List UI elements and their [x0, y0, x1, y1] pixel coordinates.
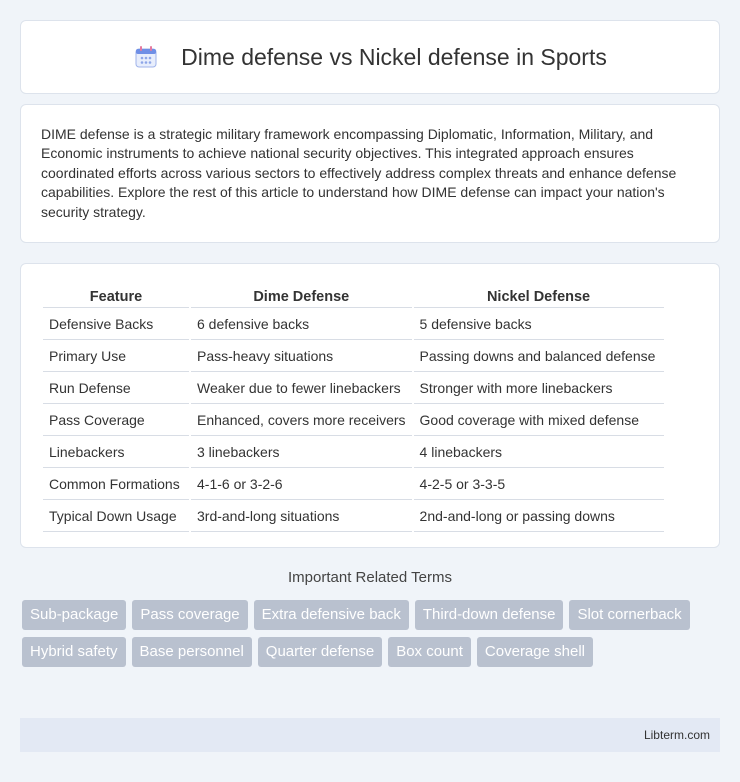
cell-feature: Run Defense	[43, 372, 189, 404]
title-card: Dime defense vs Nickel defense in Sports	[20, 20, 720, 94]
table-row: Typical Down Usage 3rd-and-long situation…	[43, 500, 664, 532]
related-term-tag[interactable]: Coverage shell	[476, 637, 593, 667]
related-term-tag[interactable]: Extra defensive back	[253, 600, 409, 630]
footer: Libterm.com	[20, 718, 720, 752]
related-term-tag[interactable]: Hybrid safety	[22, 637, 126, 667]
cell-nickel: 5 defensive backs	[413, 308, 664, 340]
related-term-tag[interactable]: Sub-package	[22, 600, 127, 630]
cell-feature: Linebackers	[43, 436, 189, 468]
cell-feature: Common Formations	[43, 468, 189, 500]
calendar-icon	[133, 44, 159, 70]
related-term-tag[interactable]: Third-down defense	[414, 600, 564, 630]
table-row: Pass Coverage Enhanced, covers more recei…	[43, 404, 664, 436]
table-row: Primary Use Pass-heavy situations Passing …	[43, 340, 664, 372]
related-terms-title: Important Related Terms	[288, 569, 452, 586]
cell-nickel: 2nd-and-long or passing downs	[413, 500, 664, 532]
cell-feature: Typical Down Usage	[43, 500, 189, 532]
page-title: Dime defense vs Nickel defense in Sports	[181, 43, 607, 70]
related-term-tag[interactable]: Quarter defense	[257, 637, 383, 667]
cell-nickel: Stronger with more linebackers	[413, 372, 664, 404]
cell-feature: Primary Use	[43, 340, 189, 372]
cell-dime: Pass-heavy situations	[191, 340, 412, 372]
cell-dime: 6 defensive backs	[191, 308, 412, 340]
cell-feature: Pass Coverage	[43, 404, 189, 436]
intro-card: DIME defense is a strategic military fra…	[20, 104, 720, 243]
cell-nickel: 4 linebackers	[413, 436, 664, 468]
comparison-table-card: Feature Dime Defense Nickel Defense Defe…	[20, 263, 720, 548]
cell-nickel: Good coverage with mixed defense	[413, 404, 664, 436]
header-feature: Feature	[43, 284, 189, 308]
related-term-tag[interactable]: Box count	[388, 637, 471, 667]
cell-dime: Weaker due to fewer linebackers	[191, 372, 412, 404]
intro-paragraph: DIME defense is a strategic military fra…	[41, 126, 677, 220]
table-header-row: Feature Dime Defense Nickel Defense	[43, 284, 664, 308]
related-term-tag[interactable]: Slot cornerback	[569, 600, 690, 630]
header-nickel: Nickel Defense	[413, 284, 664, 308]
table-row: Defensive Backs 6 defensive backs 5 defens…	[43, 308, 664, 340]
cell-feature: Defensive Backs	[43, 308, 189, 340]
table-row: Run Defense Weaker due to fewer linebacke…	[43, 372, 664, 404]
cell-dime: 3rd-and-long situations	[191, 500, 412, 532]
related-term-tag[interactable]: Pass coverage	[132, 600, 248, 630]
related-terms-list: Sub-package Pass coverage Extra defensive …	[22, 600, 722, 667]
cell-dime: 4-1-6 or 3-2-6	[191, 468, 412, 500]
cell-nickel: 4-2-5 or 3-3-5	[413, 468, 664, 500]
cell-nickel: Passing downs and balanced defense	[413, 340, 664, 372]
comparison-table: Feature Dime Defense Nickel Defense Defe…	[41, 284, 666, 532]
cell-dime: 3 linebackers	[191, 436, 412, 468]
header-dime: Dime Defense	[191, 284, 412, 308]
related-term-tag[interactable]: Base personnel	[131, 637, 252, 667]
table-row: Linebackers 3 linebackers 4 linebackers	[43, 436, 664, 468]
cell-dime: Enhanced, covers more receivers	[191, 404, 412, 436]
footer-site-link[interactable]: Libterm.com	[644, 728, 710, 742]
table-row: Common Formations 4-1-6 or 3-2-6 4-2-5 or …	[43, 468, 664, 500]
